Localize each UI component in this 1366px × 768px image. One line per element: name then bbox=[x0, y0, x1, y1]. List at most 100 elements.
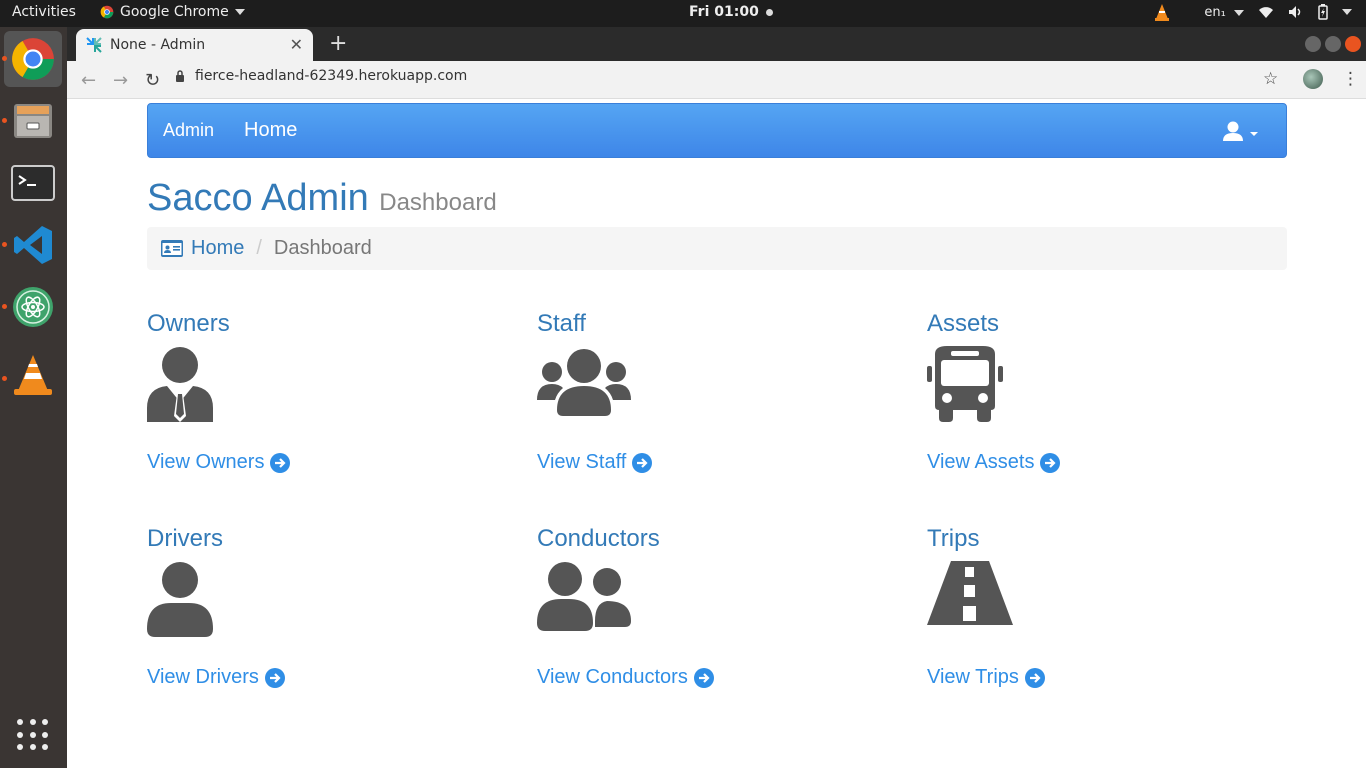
browser-toolbar: ← → ↻ fierce-headland-62349.herokuapp.co… bbox=[67, 61, 1366, 99]
view-conductors-link[interactable]: View Conductors bbox=[537, 666, 714, 689]
wifi-icon bbox=[1259, 7, 1273, 18]
link-label: View Drivers bbox=[147, 666, 259, 688]
keyboard-layout[interactable]: en₁ bbox=[1204, 5, 1244, 20]
running-indicator bbox=[2, 304, 7, 309]
link-label: View Conductors bbox=[537, 666, 688, 688]
chrome-small-icon bbox=[100, 5, 114, 19]
chrome-icon bbox=[12, 38, 54, 80]
trips-card: Trips View Trips bbox=[927, 525, 1287, 700]
dock-vscode[interactable] bbox=[4, 217, 62, 273]
page-title-main: Sacco Admin bbox=[147, 177, 369, 219]
card-title: Owners bbox=[147, 310, 230, 337]
app-menu-label: Google Chrome bbox=[120, 4, 229, 20]
breadcrumb-home-link[interactable]: Home bbox=[161, 237, 244, 260]
link-label: View Owners bbox=[147, 451, 265, 473]
arrow-circle-right-icon bbox=[270, 452, 291, 473]
terminal-icon bbox=[11, 165, 55, 201]
lock-icon bbox=[176, 70, 184, 82]
site-favicon-icon bbox=[86, 37, 102, 53]
clock[interactable]: Fri 01:00 bbox=[689, 4, 773, 20]
clock-label: Fri 01:00 bbox=[689, 4, 759, 20]
arrow-circle-right-icon bbox=[1040, 452, 1061, 473]
dock-vlc[interactable] bbox=[4, 347, 62, 403]
maximize-window-button[interactable] bbox=[1325, 36, 1341, 52]
battery-icon bbox=[1318, 4, 1328, 20]
dock-terminal[interactable] bbox=[4, 155, 62, 211]
page-title: Sacco Admin Dashboard bbox=[147, 177, 497, 220]
close-window-button[interactable] bbox=[1345, 36, 1361, 52]
users-icon bbox=[537, 349, 631, 416]
owners-card: Owners View Owners bbox=[147, 310, 507, 485]
card-title: Drivers bbox=[147, 525, 223, 552]
nav-home-link[interactable]: Home bbox=[244, 119, 297, 142]
card-title: Trips bbox=[927, 525, 980, 552]
url-text: fierce-headland-62349.herokuapp.com bbox=[195, 68, 468, 84]
card-title: Assets bbox=[927, 310, 1000, 337]
view-owners-link[interactable]: View Owners bbox=[147, 451, 291, 474]
notification-dot-icon bbox=[765, 9, 773, 16]
drivers-card: Drivers View Drivers bbox=[147, 525, 507, 700]
arrow-circle-right-icon bbox=[1024, 667, 1045, 688]
view-staff-link[interactable]: View Staff bbox=[537, 451, 653, 474]
user-friends-icon bbox=[537, 562, 631, 631]
bookmark-star-icon[interactable]: ☆ bbox=[1263, 69, 1278, 89]
dock-chrome[interactable] bbox=[4, 31, 62, 87]
vlc-icon bbox=[14, 355, 52, 395]
tab-title: None - Admin bbox=[110, 37, 206, 53]
browser-tab[interactable]: None - Admin ✕ bbox=[76, 29, 313, 61]
breadcrumb-separator: / bbox=[256, 237, 262, 259]
running-indicator bbox=[2, 118, 7, 123]
navbar-brand[interactable]: Admin bbox=[163, 120, 214, 141]
activities-button[interactable]: Activities bbox=[12, 4, 76, 20]
volume-icon bbox=[1289, 6, 1301, 18]
card-title: Staff bbox=[537, 310, 586, 337]
bus-icon bbox=[927, 346, 1003, 422]
tab-strip: None - Admin ✕ + bbox=[67, 27, 1366, 61]
kebab-menu-icon[interactable]: ⋮ bbox=[1342, 69, 1359, 89]
web-page: Admin Home Sacco Admin Dashboard Home / … bbox=[67, 99, 1366, 768]
link-label: View Staff bbox=[537, 451, 627, 473]
address-bar[interactable]: fierce-headland-62349.herokuapp.com bbox=[175, 68, 467, 84]
close-tab-icon[interactable]: ✕ bbox=[290, 35, 303, 54]
chevron-down-icon bbox=[234, 9, 245, 15]
back-arrow-icon[interactable]: ← bbox=[81, 70, 96, 91]
reload-icon[interactable]: ↻ bbox=[145, 70, 160, 91]
chevron-down-icon bbox=[1342, 9, 1352, 15]
breadcrumb: Home / Dashboard bbox=[147, 227, 1287, 270]
link-label: View Assets bbox=[927, 451, 1035, 473]
show-applications-button[interactable] bbox=[17, 719, 49, 751]
view-assets-link[interactable]: View Assets bbox=[927, 451, 1061, 474]
system-top-bar: Activities Google Chrome Fri 01:00 en₁ bbox=[0, 0, 1366, 27]
app-menu[interactable]: Google Chrome bbox=[100, 4, 245, 20]
view-trips-link[interactable]: View Trips bbox=[927, 666, 1045, 689]
breadcrumb-home-label: Home bbox=[191, 237, 245, 259]
forward-arrow-icon[interactable]: → bbox=[113, 70, 128, 91]
user-icon bbox=[1223, 121, 1243, 141]
dock bbox=[0, 27, 67, 768]
vscode-icon bbox=[14, 226, 52, 264]
arrow-circle-right-icon bbox=[632, 452, 653, 473]
arrow-circle-right-icon bbox=[693, 667, 714, 688]
minimize-window-button[interactable] bbox=[1305, 36, 1321, 52]
id-card-icon bbox=[161, 240, 183, 257]
dock-atom[interactable] bbox=[4, 279, 62, 335]
arrow-circle-right-icon bbox=[264, 667, 285, 688]
conductors-card: Conductors View Conductors bbox=[537, 525, 897, 700]
user-tie-icon bbox=[147, 347, 213, 422]
running-indicator bbox=[2, 376, 7, 381]
link-label: View Trips bbox=[927, 666, 1019, 688]
card-title: Conductors bbox=[537, 525, 660, 552]
running-indicator bbox=[2, 242, 7, 247]
chevron-down-icon bbox=[1234, 9, 1244, 16]
profile-avatar[interactable] bbox=[1303, 69, 1323, 89]
breadcrumb-current: Dashboard bbox=[273, 237, 372, 259]
user-icon bbox=[147, 562, 213, 637]
view-drivers-link[interactable]: View Drivers bbox=[147, 666, 285, 689]
new-tab-button[interactable]: + bbox=[329, 31, 347, 56]
browser-window: None - Admin ✕ + ← → ↻ fierce-headland-6… bbox=[67, 27, 1366, 768]
assets-card: Assets View Assets bbox=[927, 310, 1287, 485]
vlc-tray-icon[interactable] bbox=[1154, 3, 1170, 21]
user-menu-dropdown[interactable] bbox=[1222, 120, 1258, 142]
dock-files[interactable] bbox=[4, 93, 62, 149]
system-tray[interactable]: en₁ bbox=[1154, 3, 1352, 21]
